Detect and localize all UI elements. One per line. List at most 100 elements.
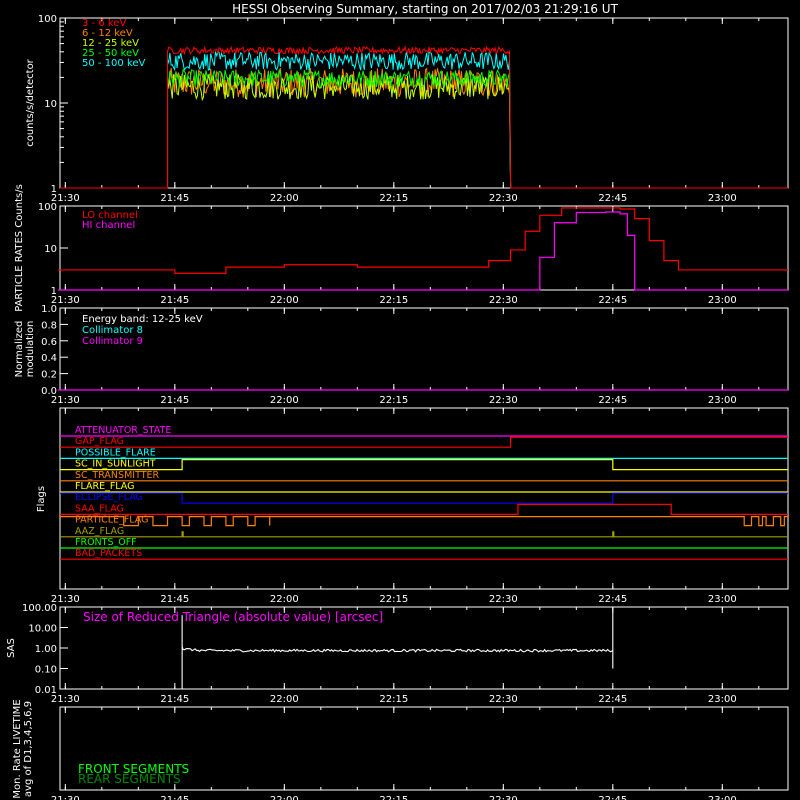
x-tick-label: 23:00 — [708, 594, 737, 605]
panel-frame — [59, 205, 789, 291]
legend-entry: Size of Reduced Triangle (absolute value… — [83, 610, 383, 624]
x-tick-label: 22:45 — [598, 395, 627, 406]
x-tick-label: 22:45 — [598, 295, 627, 306]
x-tick-label: 22:30 — [489, 395, 518, 406]
y-axis-label-line: Normalized — [14, 321, 25, 378]
x-tick-label: 22:15 — [379, 795, 408, 800]
chart-title: HESSI Observing Summary, starting on 201… — [232, 2, 618, 16]
y-axis-label-line: modulation — [25, 321, 36, 378]
flag-line-aaz_flag — [60, 531, 788, 538]
x-tick-label: 22:15 — [379, 295, 408, 306]
y-axis-label-line: avg of D1,3,4,5,6,9 — [23, 701, 34, 797]
panel-5: 21:30 21:45 22:00 22:15 22:30 22:45 23:000.010… — [6, 603, 789, 705]
y-tick-label: 10 — [44, 99, 57, 110]
y-tick-label: 0.4 — [41, 353, 57, 364]
x-tick-label: 22:30 — [489, 594, 518, 605]
y-tick-label: 1.00 — [35, 644, 57, 655]
flag-label: SC_TRANSMITTER — [75, 470, 160, 481]
x-tick-label: 21:45 — [160, 594, 189, 605]
y-tick-label: 100 — [38, 14, 57, 25]
y-axis-label: counts/s/detector — [25, 58, 36, 146]
x-tick-label: 22:00 — [270, 193, 299, 204]
hessi-summary-chart: HESSI Observing Summary, starting on 201… — [6, 2, 789, 800]
x-tick-label: 21:45 — [160, 395, 189, 406]
flag-label: GAP_FLAG — [75, 436, 124, 447]
series-LOchannel — [58, 207, 788, 274]
x-tick-label: 22:15 — [379, 193, 408, 204]
series-50-100keV — [60, 50, 788, 189]
y-tick-label: 10.00 — [28, 624, 57, 635]
x-tick-label: 22:30 — [489, 295, 518, 306]
panel-3: 21:30 21:45 22:00 22:15 22:30 22:45 23:000.00.… — [14, 304, 789, 406]
series-HIchannel — [58, 211, 788, 291]
y-axis-label-line: Mon. Rate LIVETIME — [12, 699, 23, 798]
flag-label: SC_IN_SUNLIGHT — [75, 459, 156, 470]
series-12-25keV — [60, 72, 788, 189]
y-axis-label: Mon. Rate LIVETIMEavg of D1,3,4,5,6,9 — [12, 699, 34, 798]
x-tick-label: 21:45 — [160, 295, 189, 306]
y-tick-label: 100.00 — [22, 603, 57, 614]
flag-label: BAD_PACKETS — [75, 548, 142, 559]
legend-entry: 50 - 100 keV — [82, 58, 146, 69]
flag-label: AAZ_FLAG — [75, 526, 124, 537]
legend-entry: HI channel — [82, 220, 135, 231]
flag-label: ATTENUATOR_STATE — [75, 425, 171, 436]
x-tick-label: 21:45 — [160, 795, 189, 800]
x-tick-label: 22:00 — [270, 395, 299, 406]
y-tick-label: 0.10 — [35, 665, 57, 676]
flag-line-gap_flag — [60, 436, 788, 448]
panel-4: 21:30 21:45 22:00 22:15 22:30 22:45 23:00Flags… — [36, 407, 789, 605]
panel-6: 21:30 21:45 22:00 22:15 22:30 22:45 23:00 Mon. … — [12, 699, 789, 800]
x-tick-label: 22:45 — [598, 594, 627, 605]
x-tick-label: 23:00 — [708, 295, 737, 306]
x-tick-label: 22:45 — [598, 694, 627, 705]
y-axis-label: Flags — [36, 486, 47, 512]
y-tick-label: 0.0 — [41, 386, 57, 397]
y-axis-label: Normalizedmodulation — [14, 321, 36, 378]
x-tick-label: 22:00 — [270, 795, 299, 800]
x-tick-label: 22:45 — [598, 193, 627, 204]
y-axis-label: SAS — [6, 638, 17, 658]
flag-label: SAA_FLAG — [75, 503, 124, 514]
x-tick-label: 22:45 — [598, 795, 627, 800]
series-3-6keV — [60, 45, 788, 189]
y-tick-label: 0.01 — [35, 685, 57, 696]
x-tick-label: 22:15 — [379, 694, 408, 705]
flag-label: PARTICLE_FLAG — [75, 515, 148, 526]
x-tick-label: 21:45 — [160, 193, 189, 204]
y-axis-label: PARTICLE RATES Counts/s — [14, 184, 25, 312]
legend-entry: Collimator 8 — [82, 325, 143, 336]
legend-entry: REAR SEGMENTS — [78, 772, 181, 786]
x-tick-label: 22:30 — [489, 795, 518, 800]
flag-line-saa_flag — [60, 503, 788, 515]
flag-line-eclipse_flag — [60, 492, 788, 504]
panel-1: 21:30 21:45 22:00 22:15 22:30 22:45 23:0011010… — [25, 14, 789, 204]
flag-label: FRONTS_OFF — [75, 537, 137, 548]
flag-label: ECLIPSE_FLAG — [75, 492, 143, 503]
y-tick-label: 10 — [44, 244, 57, 255]
flag-label: FLARE_FLAG — [75, 481, 135, 492]
y-tick-label: 0.6 — [41, 337, 57, 348]
x-tick-label: 21:45 — [160, 694, 189, 705]
x-tick-label: 23:00 — [708, 795, 737, 800]
x-tick-label: 22:30 — [489, 193, 518, 204]
x-tick-label: 22:15 — [379, 395, 408, 406]
y-tick-label: 100 — [38, 202, 57, 213]
x-tick-label: 23:00 — [708, 193, 737, 204]
x-tick-label: 21:30 — [51, 795, 80, 800]
x-tick-label: 22:00 — [270, 694, 299, 705]
legend-entry: Collimator 9 — [82, 336, 143, 347]
flag-line-sc_in_sunlight — [60, 459, 788, 471]
flag-label: POSSIBLE_FLARE — [75, 447, 156, 458]
y-tick-label: 1 — [51, 286, 57, 297]
y-tick-label: 0.8 — [41, 320, 57, 331]
x-tick-label: 23:00 — [708, 395, 737, 406]
legend-entry: Energy band: 12-25 keV — [82, 314, 203, 325]
y-tick-label: 1 — [51, 184, 57, 195]
y-tick-label: 1.0 — [41, 304, 57, 315]
x-tick-label: 22:00 — [270, 594, 299, 605]
flag-line-particle_flag — [60, 516, 788, 527]
x-tick-label: 23:00 — [708, 694, 737, 705]
x-tick-label: 22:30 — [489, 694, 518, 705]
panel-frame — [59, 17, 789, 189]
